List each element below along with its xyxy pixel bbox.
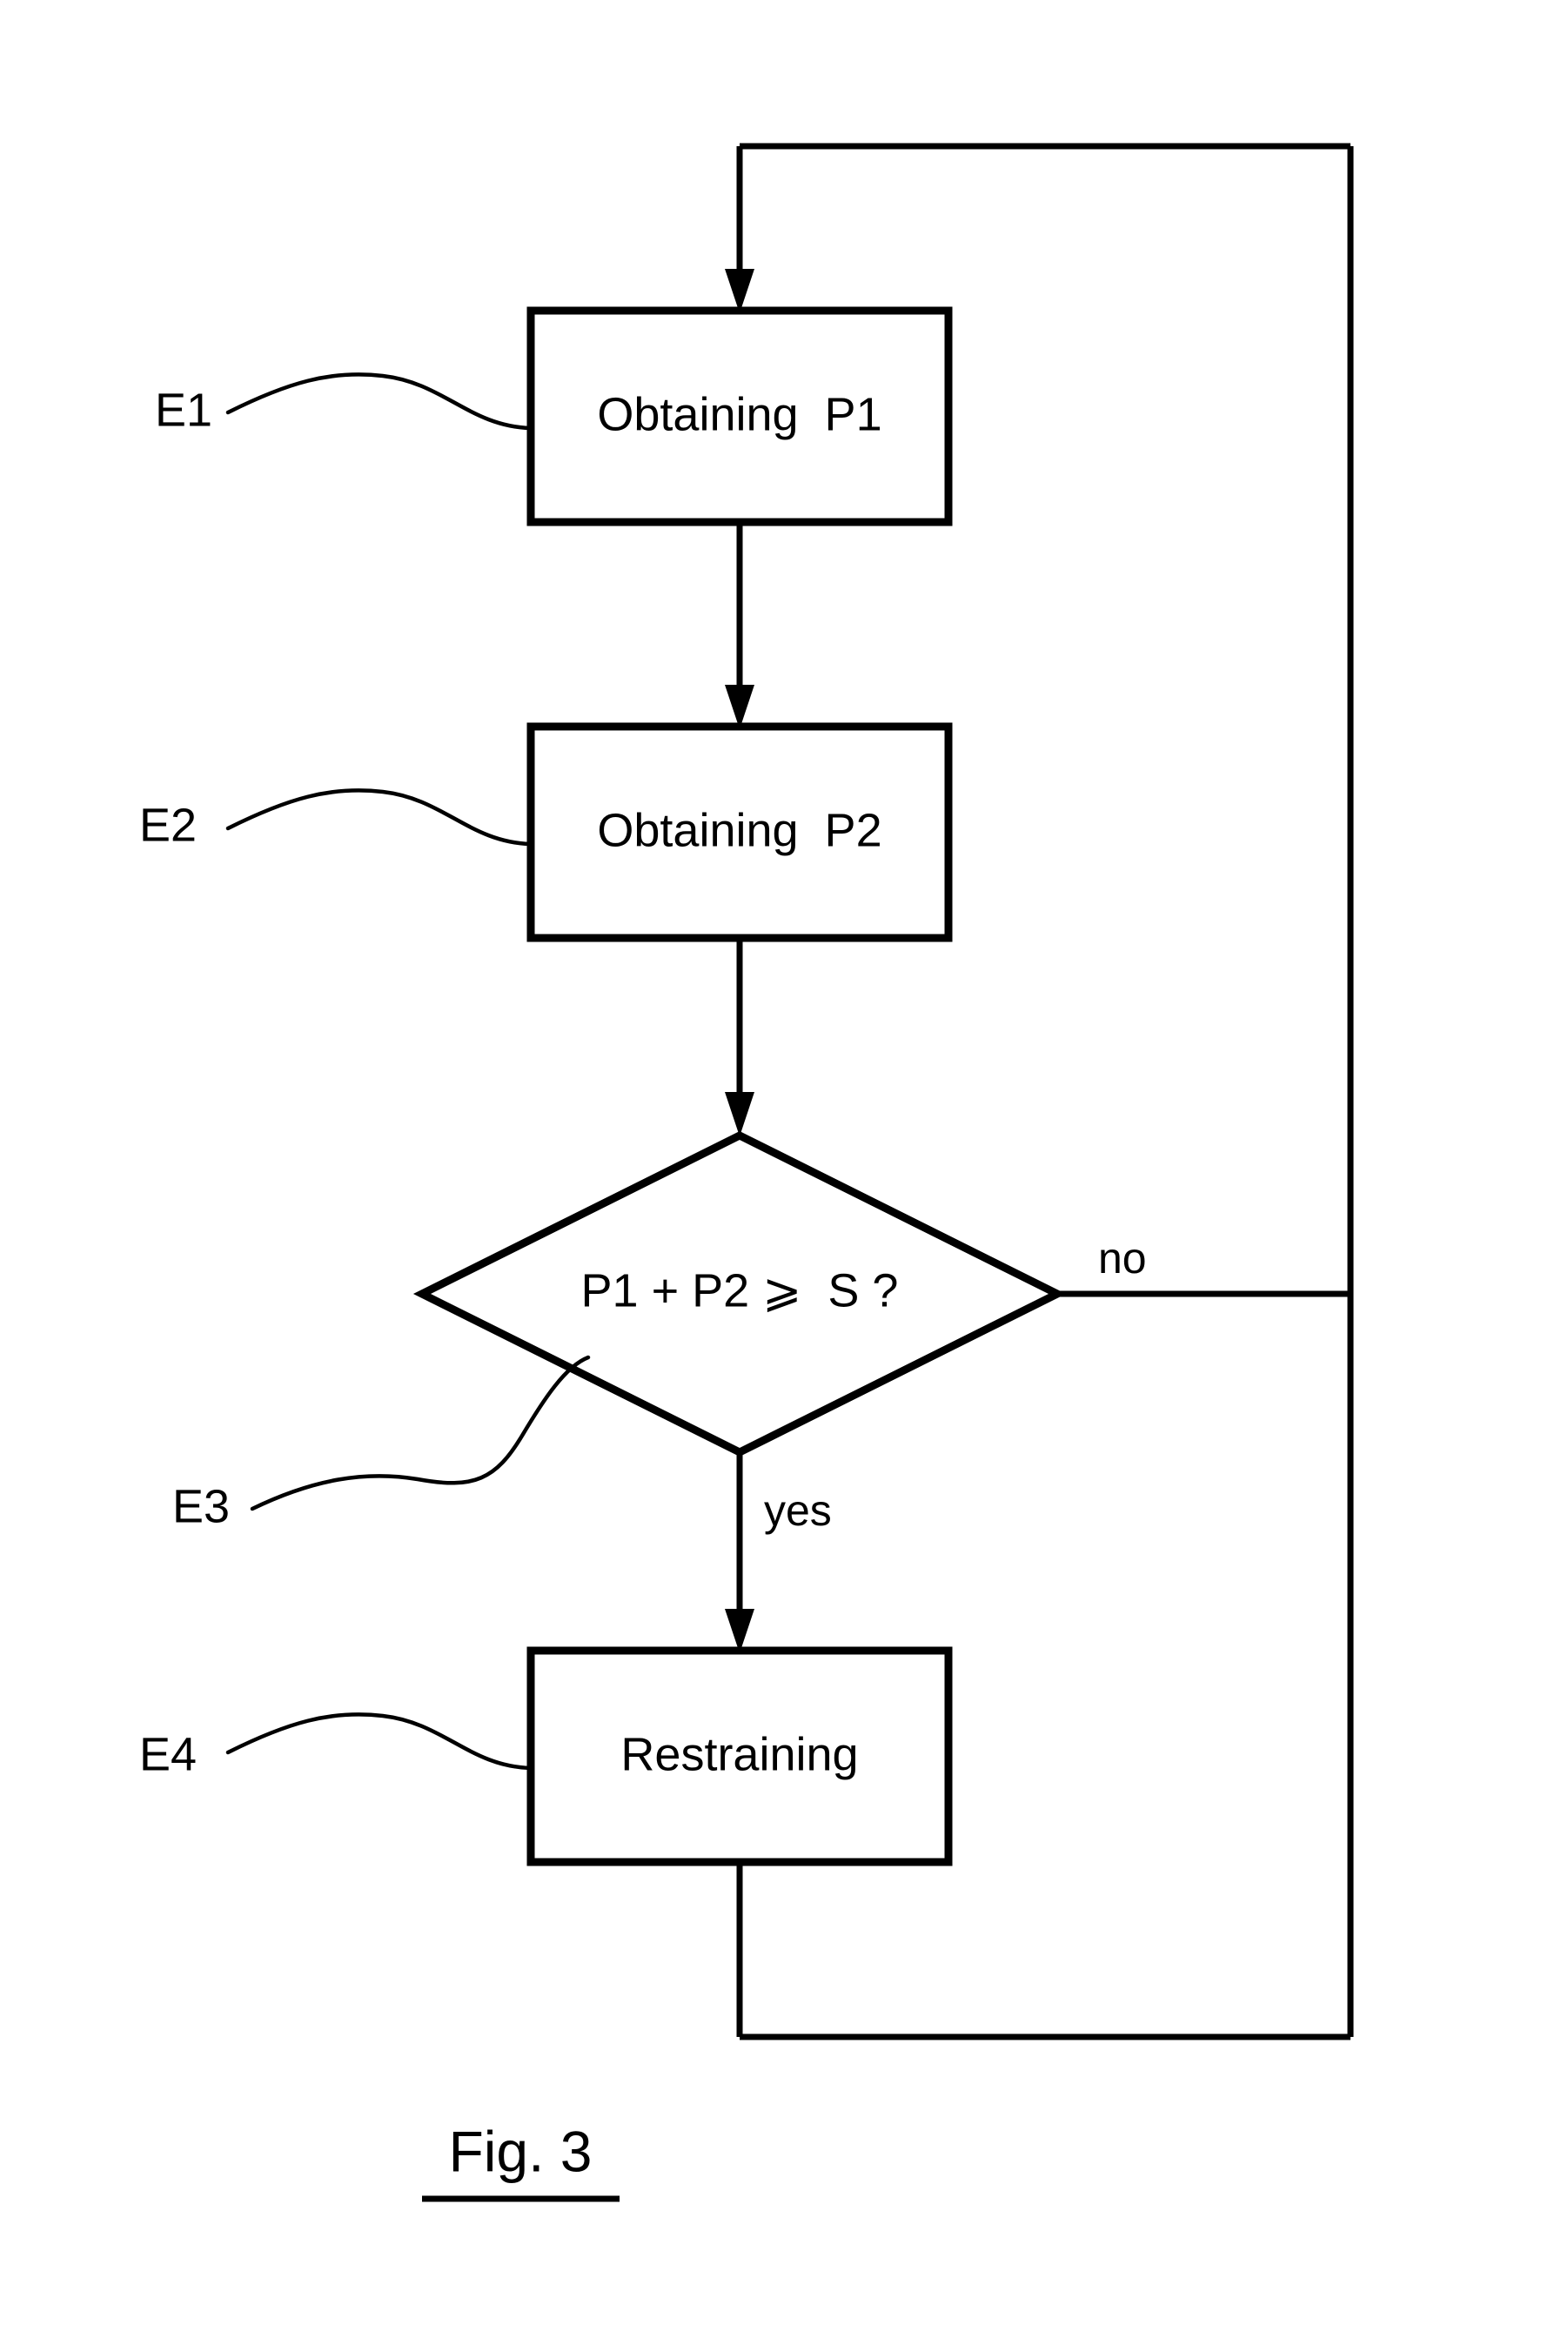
e3-leader-curve [250, 1355, 591, 1511]
leader-e1 [225, 372, 533, 431]
e1-leader-curve [225, 372, 533, 431]
e1-e2-arrowhead [725, 685, 754, 729]
node-obtaining-p2[interactable]: Obtaining P2 [526, 722, 953, 942]
obtaining-p1-label: Obtaining P1 [597, 388, 881, 440]
edge-e2-to-e3 [725, 938, 754, 1136]
e2-e3-arrowhead [725, 1092, 754, 1136]
edge-yes-branch [725, 1452, 754, 1653]
leader-e4 [225, 1712, 533, 1771]
figure-caption: Fig. 3 [422, 2119, 620, 2202]
leader-e3 [250, 1355, 591, 1511]
edge-e1-to-e2 [725, 522, 754, 729]
leader-e2 [225, 788, 533, 847]
ref-label-e2: E2 [139, 799, 197, 851]
e2-leader-curve [225, 788, 533, 847]
restraining-label: Restraining [620, 1728, 858, 1780]
yes-branch-arrowhead [725, 1609, 754, 1653]
figure-page: Obtaining P1 E1 Obtaining P2 E2 P1 + P2 … [0, 0, 1568, 2338]
ref-label-e3: E3 [172, 1480, 230, 1532]
figure-caption-text: Fig. 3 [448, 2119, 592, 2183]
node-obtaining-p1[interactable]: Obtaining P1 [526, 306, 953, 526]
node-restraining[interactable]: Restraining [526, 1646, 953, 1866]
node-decision-threshold[interactable]: P1 + P2 ⩾ S ? [412, 1130, 1067, 1457]
obtaining-p2-label: Obtaining P2 [597, 804, 881, 856]
flowchart-canvas: Obtaining P1 E1 Obtaining P2 E2 P1 + P2 … [139, 143, 1354, 2202]
branch-label-no: no [1098, 1234, 1147, 1283]
loop-entry-arrowhead [725, 269, 754, 313]
ref-label-e4: E4 [139, 1728, 197, 1780]
branch-label-yes: yes [764, 1486, 832, 1535]
decision-label: P1 + P2 ⩾ S ? [581, 1264, 899, 1316]
ref-label-e1: E1 [155, 384, 212, 436]
e4-leader-curve [225, 1712, 533, 1771]
